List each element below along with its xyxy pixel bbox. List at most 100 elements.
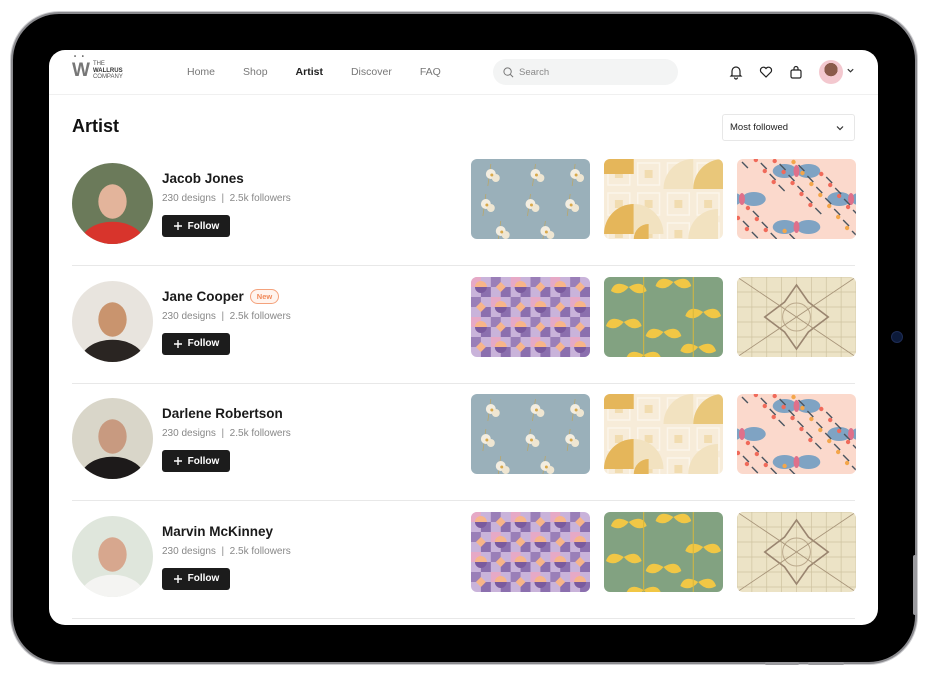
artist-stats: 230 designs | 2.5k followers	[162, 546, 291, 557]
logo-text: THE WALLRUS COMPANY	[92, 61, 123, 80]
pattern-image	[737, 159, 856, 239]
follow-button[interactable]: Follow	[162, 450, 230, 472]
front-camera	[891, 331, 903, 343]
follower-count: 2.5k followers	[229, 310, 291, 322]
design-thumbnails	[471, 276, 856, 357]
design-thumbnail-geometric-gold[interactable]	[604, 159, 723, 239]
design-count: 230 designs	[162, 428, 216, 439]
artist-name[interactable]: Darlene Robertson	[162, 406, 283, 421]
artist-photo[interactable]	[72, 398, 153, 479]
nav-icons	[728, 64, 804, 80]
bell-icon[interactable]	[728, 64, 744, 80]
pattern-image	[737, 511, 856, 592]
design-count: 230 designs	[162, 193, 216, 204]
pattern-image	[737, 276, 856, 357]
artist-name-line: Marvin McKinney	[162, 524, 273, 539]
design-thumbnail-leaf-green[interactable]	[604, 511, 723, 592]
chevron-down-icon	[836, 125, 844, 130]
plus-icon	[173, 339, 182, 348]
artist-name-line: Darlene Robertson	[162, 406, 283, 421]
logo-mark: W	[72, 54, 90, 80]
volume-button	[808, 662, 844, 665]
stats-separator: |	[221, 310, 225, 322]
design-thumbnail-geometric-purple[interactable]	[471, 511, 590, 592]
shopping-bag-icon[interactable]	[788, 64, 804, 80]
pattern-image	[737, 394, 856, 474]
sort-selected: Most followed	[730, 122, 789, 133]
stats-separator: |	[221, 428, 225, 439]
nav-discover[interactable]: Discover	[351, 66, 392, 78]
design-thumbnails	[471, 159, 856, 239]
nav-artist[interactable]: Artist	[296, 66, 323, 78]
search-placeholder: Search	[519, 66, 550, 78]
follow-button[interactable]: Follow	[162, 215, 230, 237]
follower-count: 2.5k followers	[229, 545, 291, 557]
heart-icon[interactable]	[758, 64, 774, 80]
artist-name[interactable]: Jane Cooper	[162, 289, 244, 304]
design-thumbnail-butterfly-peach[interactable]	[737, 159, 856, 239]
artist-stats: 230 designs | 2.5k followers	[162, 428, 291, 439]
pattern-image	[471, 511, 590, 592]
pattern-image	[604, 159, 723, 239]
nav-links: Home Shop Artist Discover FAQ	[187, 66, 469, 78]
design-thumbnails	[471, 394, 856, 474]
design-count: 230 designs	[162, 545, 216, 557]
top-navbar: W THE WALLRUS COMPANY Home Shop Artist D…	[49, 50, 878, 95]
design-thumbnail-geometric-purple[interactable]	[471, 276, 590, 357]
pattern-image	[604, 276, 723, 357]
search-icon	[503, 66, 514, 77]
search-input[interactable]: Search	[493, 59, 678, 85]
follower-count: 2.5k followers	[229, 428, 291, 439]
page-title: Artist	[72, 116, 120, 136]
follower-count: 2.5k followers	[229, 193, 291, 204]
design-count: 230 designs	[162, 310, 216, 322]
volume-button	[765, 662, 799, 665]
design-thumbnail-floral-blue[interactable]	[471, 394, 590, 474]
stats-separator: |	[221, 545, 225, 557]
pattern-image	[604, 394, 723, 474]
nav-faq[interactable]: FAQ	[420, 66, 441, 78]
pattern-image	[471, 276, 590, 357]
nav-shop[interactable]: Shop	[243, 66, 268, 78]
design-thumbnail-geometric-gold[interactable]	[604, 394, 723, 474]
design-thumbnail-leaf-green[interactable]	[604, 276, 723, 357]
nav-home[interactable]: Home	[187, 66, 215, 78]
artist-row: Marvin McKinney 230 designs | 2.5k follo…	[72, 502, 856, 619]
artist-name-line: Jane Cooper New	[162, 288, 280, 304]
chevron-down-icon[interactable]	[846, 66, 855, 75]
app-screen: W THE WALLRUS COMPANY Home Shop Artist D…	[49, 50, 878, 625]
design-thumbnails	[471, 511, 856, 592]
follow-button[interactable]: Follow	[162, 567, 230, 590]
pattern-image	[471, 159, 590, 239]
follow-label: Follow	[187, 573, 220, 584]
follow-label: Follow	[187, 220, 220, 232]
artist-photo[interactable]	[72, 280, 153, 362]
sort-dropdown[interactable]: Most followed	[722, 114, 855, 141]
artist-name[interactable]: Marvin McKinney	[162, 524, 273, 539]
artist-stats: 230 designs | 2.5k followers	[162, 311, 291, 322]
artist-row: Jacob Jones 230 designs | 2.5k followers…	[72, 149, 856, 266]
pattern-image	[604, 511, 723, 592]
artist-stats: 230 designs | 2.5k followers	[162, 193, 291, 204]
new-badge: New	[249, 288, 280, 304]
design-thumbnail-butterfly-peach[interactable]	[737, 394, 856, 474]
follow-label: Follow	[187, 338, 220, 349]
side-button	[913, 555, 917, 615]
plus-icon	[173, 457, 182, 465]
user-avatar[interactable]	[819, 60, 843, 84]
brand-logo[interactable]: W THE WALLRUS COMPANY	[72, 54, 123, 81]
stats-separator: |	[221, 193, 225, 204]
follow-button[interactable]: Follow	[162, 332, 230, 355]
design-thumbnail-floral-blue[interactable]	[471, 159, 590, 239]
design-thumbnail-tile-beige[interactable]	[737, 276, 856, 357]
plus-icon	[173, 222, 182, 230]
design-thumbnail-tile-beige[interactable]	[737, 511, 856, 592]
artist-name[interactable]: Jacob Jones	[162, 171, 244, 186]
artist-row: Jane Cooper New 230 designs | 2.5k follow…	[72, 267, 856, 384]
plus-icon	[173, 574, 182, 583]
pattern-image	[471, 394, 590, 474]
artist-photo[interactable]	[72, 163, 153, 244]
follow-label: Follow	[187, 455, 220, 467]
artist-photo[interactable]	[72, 515, 153, 597]
artist-name-line: Jacob Jones	[162, 171, 244, 186]
